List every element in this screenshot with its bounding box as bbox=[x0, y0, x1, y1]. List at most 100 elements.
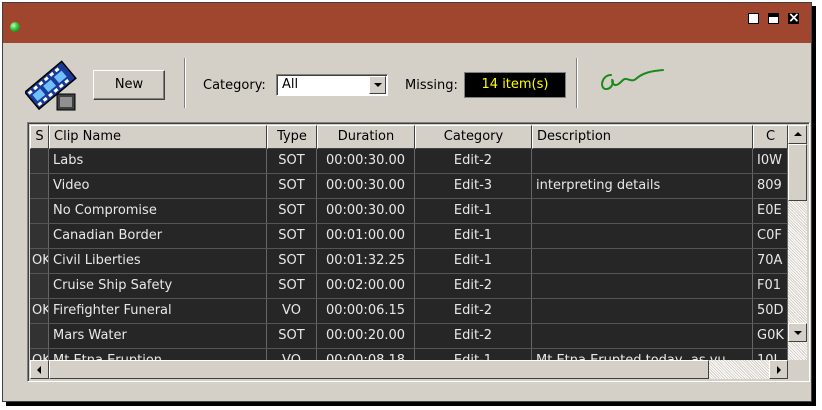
clip-name-cell: Cruise Ship Safety bbox=[49, 274, 267, 298]
column-header-c[interactable]: C bbox=[753, 125, 788, 149]
duration-cell: 00:02:00.00 bbox=[317, 274, 415, 298]
dropdown-button[interactable] bbox=[369, 76, 386, 94]
duration-cell: 00:00:30.00 bbox=[317, 174, 415, 198]
c-cell: 70A bbox=[753, 249, 788, 273]
status-cell bbox=[30, 149, 49, 173]
arrow-right-icon bbox=[777, 366, 781, 374]
app-status-icon bbox=[10, 22, 20, 32]
category-cell: Edit-1 bbox=[415, 224, 532, 248]
category-cell: Edit-1 bbox=[415, 199, 532, 223]
type-cell: SOT bbox=[267, 149, 317, 173]
title-bar[interactable]: × bbox=[3, 3, 811, 43]
clip-name-cell: Firefighter Funeral bbox=[49, 299, 267, 323]
category-cell: Edit-2 bbox=[415, 324, 532, 348]
status-cell bbox=[30, 199, 49, 223]
column-header-description[interactable]: Description bbox=[532, 125, 753, 149]
c-cell: 50D bbox=[753, 299, 788, 323]
signature-icon[interactable] bbox=[593, 66, 673, 96]
horizontal-scrollbar[interactable] bbox=[30, 360, 788, 379]
chevron-down-icon bbox=[374, 83, 382, 87]
table-row[interactable]: Labs SOT 00:00:30.00 Edit-2 I0W bbox=[30, 149, 788, 174]
table-row[interactable]: Mars Water SOT 00:00:20.00 Edit-2 G0K bbox=[30, 324, 788, 349]
clip-name-cell: Labs bbox=[49, 149, 267, 173]
status-cell bbox=[30, 224, 49, 248]
status-cell: OK bbox=[30, 299, 49, 323]
table-row[interactable]: Canadian Border SOT 00:01:00.00 Edit-1 C… bbox=[30, 224, 788, 249]
c-cell: F01 bbox=[753, 274, 788, 298]
duration-cell: 00:00:30.00 bbox=[317, 199, 415, 223]
toolbar-separator bbox=[184, 58, 186, 108]
app-window: × New Category: All Missing: 14 item(s) … bbox=[2, 2, 812, 402]
duration-cell: 00:00:30.00 bbox=[317, 149, 415, 173]
type-cell: SOT bbox=[267, 174, 317, 198]
category-value: All bbox=[282, 77, 299, 92]
column-header-clip-name[interactable]: Clip Name bbox=[49, 125, 267, 149]
minimize-button[interactable] bbox=[748, 13, 759, 24]
table-row[interactable]: No Compromise SOT 00:00:30.00 Edit-1 E0E bbox=[30, 199, 788, 224]
table-row[interactable]: Cruise Ship Safety SOT 00:02:00.00 Edit-… bbox=[30, 274, 788, 299]
vertical-scroll-thumb[interactable] bbox=[788, 144, 807, 201]
duration-cell: 00:00:20.00 bbox=[317, 324, 415, 348]
close-button[interactable]: × bbox=[788, 11, 800, 25]
status-cell bbox=[30, 174, 49, 198]
arrow-up-icon bbox=[794, 132, 802, 136]
status-cell bbox=[30, 274, 49, 298]
column-header-duration[interactable]: Duration bbox=[317, 125, 415, 149]
film-strip-icon[interactable] bbox=[25, 60, 77, 112]
duration-cell: 00:01:32.25 bbox=[317, 249, 415, 273]
type-cell: SOT bbox=[267, 324, 317, 348]
missing-count: 14 item(s) bbox=[464, 72, 566, 98]
c-cell: E0E bbox=[753, 199, 788, 223]
category-label: Category: bbox=[203, 78, 266, 93]
scroll-right-button[interactable] bbox=[769, 360, 788, 379]
status-cell bbox=[30, 324, 49, 348]
table-row[interactable]: OK Civil Liberties SOT 00:01:32.25 Edit-… bbox=[30, 249, 788, 274]
description-cell bbox=[532, 274, 753, 298]
duration-cell: 00:00:06.15 bbox=[317, 299, 415, 323]
scroll-up-button[interactable] bbox=[788, 125, 807, 144]
horizontal-scroll-thumb[interactable] bbox=[49, 360, 709, 379]
maximize-button[interactable] bbox=[768, 13, 779, 24]
scrollbar-corner bbox=[788, 360, 807, 379]
category-cell: Edit-2 bbox=[415, 149, 532, 173]
description-cell bbox=[532, 249, 753, 273]
category-cell: Edit-2 bbox=[415, 299, 532, 323]
arrow-down-icon bbox=[794, 331, 802, 335]
table-row[interactable]: Video SOT 00:00:30.00 Edit-3 interpretin… bbox=[30, 174, 788, 199]
column-header-type[interactable]: Type bbox=[267, 125, 317, 149]
description-cell bbox=[532, 299, 753, 323]
c-cell: I0W bbox=[753, 149, 788, 173]
toolbar: New Category: All Missing: 14 item(s) bbox=[3, 44, 811, 118]
clip-name-cell: Mars Water bbox=[49, 324, 267, 348]
new-button[interactable]: New bbox=[93, 70, 165, 100]
category-cell: Edit-1 bbox=[415, 249, 532, 273]
duration-cell: 00:01:00.00 bbox=[317, 224, 415, 248]
scroll-left-button[interactable] bbox=[30, 360, 49, 379]
category-cell: Edit-2 bbox=[415, 274, 532, 298]
description-cell bbox=[532, 199, 753, 223]
table-row[interactable]: OK Firefighter Funeral VO 00:00:06.15 Ed… bbox=[30, 299, 788, 324]
category-dropdown[interactable]: All bbox=[276, 74, 388, 96]
type-cell: SOT bbox=[267, 199, 317, 223]
missing-label: Missing: bbox=[405, 78, 458, 93]
clip-name-cell: Video bbox=[49, 174, 267, 198]
arrow-left-icon bbox=[37, 366, 41, 374]
column-header-s[interactable]: S bbox=[30, 125, 49, 149]
c-cell: C0F bbox=[753, 224, 788, 248]
category-cell: Edit-3 bbox=[415, 174, 532, 198]
table-header: S Clip Name Type Duration Category Descr… bbox=[30, 125, 788, 149]
description-cell bbox=[532, 224, 753, 248]
description-cell: interpreting details bbox=[532, 174, 753, 198]
c-cell: 809 bbox=[753, 174, 788, 198]
type-cell: VO bbox=[267, 299, 317, 323]
clip-name-cell: Canadian Border bbox=[49, 224, 267, 248]
type-cell: SOT bbox=[267, 274, 317, 298]
description-cell bbox=[532, 149, 753, 173]
scroll-down-button[interactable] bbox=[788, 323, 807, 342]
type-cell: SOT bbox=[267, 249, 317, 273]
column-header-category[interactable]: Category bbox=[415, 125, 532, 149]
status-cell: OK bbox=[30, 249, 49, 273]
clip-name-cell: Civil Liberties bbox=[49, 249, 267, 273]
description-cell bbox=[532, 324, 753, 348]
vertical-scrollbar[interactable] bbox=[788, 125, 807, 367]
